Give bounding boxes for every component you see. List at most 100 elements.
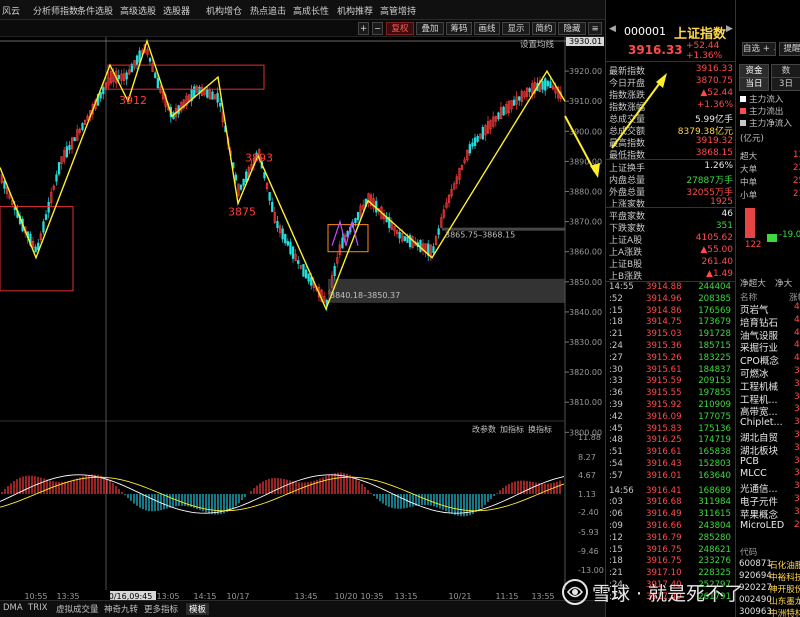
net-super-header[interactable]: 净超大	[740, 277, 766, 289]
net-large-header[interactable]: 净大	[775, 277, 792, 289]
quote-value: 46	[721, 209, 733, 219]
prev-arrow-icon[interactable]: ◀	[609, 24, 616, 34]
indicator-tab-4[interactable]: 更多指标	[144, 603, 178, 615]
quote-value: ▲52.44	[700, 88, 733, 98]
indicator-tab-2[interactable]: 虚拟成交量	[56, 603, 99, 615]
candle-body	[289, 241, 292, 255]
tick-time: :06	[609, 509, 623, 520]
more-menu-button[interactable]: ≡	[588, 22, 602, 35]
tick-row: :30 3915.61 184837	[606, 365, 736, 377]
tick-price: 3915.36	[646, 341, 682, 351]
flow-row-label: 大单	[740, 165, 758, 175]
indicator-tab-1[interactable]: TRIX	[28, 603, 47, 613]
concept-item[interactable]: PCB	[740, 456, 759, 467]
quote-row: 上证A股 4105.62	[606, 233, 736, 246]
menu-item-7[interactable]: 高成长性	[293, 4, 329, 17]
overlay-button[interactable]: 叠加	[416, 22, 444, 35]
candle-body	[541, 80, 544, 90]
legend-swatch	[740, 108, 746, 114]
menu-item-1[interactable]: 分析师指数	[33, 4, 78, 17]
stock-code[interactable]: 600871	[739, 559, 772, 569]
price-tick-label: 3860.00	[569, 248, 602, 257]
candle-body	[468, 144, 472, 154]
candle-body	[549, 81, 552, 89]
tick-price: 3916.61	[646, 447, 682, 458]
indicator-tab-5[interactable]: 模板	[186, 603, 210, 615]
tick-time: :54	[609, 459, 623, 469]
zoom-out-button[interactable]: −	[372, 22, 383, 35]
osc-tick-label: -9.46	[578, 547, 599, 556]
chips-button[interactable]: 筹码	[446, 22, 472, 35]
menu-item-2[interactable]: 条件选股	[77, 4, 113, 17]
stock-name[interactable]: 石化油服	[769, 559, 800, 571]
osc-tool-2[interactable]: 换指标	[528, 424, 552, 434]
tick-row: :45 3915.83 175136	[606, 424, 736, 436]
candle-body	[117, 75, 121, 80]
quote-row: 总成交额 8379.38亿元	[606, 124, 736, 137]
candle-body	[42, 221, 45, 233]
time-label: 10/16,09:45	[104, 592, 153, 600]
osc-tick-label: 11.88	[578, 433, 601, 442]
price-tick-label: 3900.00	[569, 127, 602, 136]
concept-change: 3.	[794, 494, 800, 504]
osc-tick-label: -2.40	[578, 508, 599, 517]
candle-body	[193, 86, 196, 98]
candle-body	[271, 202, 274, 212]
osc-tool-1[interactable]: 加指标	[500, 424, 524, 434]
candle-body	[518, 96, 521, 101]
hide-button[interactable]: 隐藏	[558, 22, 586, 35]
tick-price: 3916.75	[646, 556, 682, 567]
tick-price: 3916.25	[646, 435, 682, 446]
tick-time: :27	[609, 352, 623, 363]
top-menu-bar: 风云 分析师指数 条件选股 高级选股 选股器 机构增仓 热点追击 高成长性 机构推荐 高管增持	[0, 0, 605, 20]
time-label: 13:05	[156, 592, 179, 600]
tab-today[interactable]: 当日	[739, 77, 769, 91]
candle-body	[291, 246, 295, 259]
range-label-high: 3865.75–3868.15	[445, 231, 515, 240]
candle-body	[398, 232, 401, 239]
tick-price: 3916.01	[646, 470, 682, 481]
menu-item-5[interactable]: 机构增仓	[206, 4, 242, 17]
draw-line-button[interactable]: 画线	[474, 22, 500, 35]
quote-value: 3916.33	[695, 64, 733, 74]
display-button[interactable]: 显示	[502, 22, 530, 35]
tab-3day[interactable]: 3日	[771, 77, 800, 91]
menu-item-0[interactable]: 风云	[2, 4, 20, 17]
kline-chart-svg[interactable]: 设置均线 3930.013920.003910.003900.003890.00…	[0, 37, 605, 600]
candle-body	[544, 78, 547, 91]
menu-item-6[interactable]: 热点追击	[250, 4, 286, 17]
concept-item[interactable]: MLCC	[740, 468, 767, 479]
indicator-tab-0[interactable]: DMA	[3, 603, 23, 613]
indicator-tab-3[interactable]: 神奇九转	[104, 603, 138, 615]
simple-button[interactable]: 简约	[532, 22, 556, 35]
candle-body	[502, 106, 505, 116]
zoom-in-button[interactable]: +	[358, 22, 369, 35]
concept-change: 3.	[794, 430, 800, 440]
tick-price: 3915.92	[646, 400, 682, 410]
watchlist-add-button[interactable]: 自选 + ⌄	[742, 42, 776, 56]
candle-body	[512, 99, 516, 106]
menu-item-8[interactable]: 机构推荐	[337, 4, 373, 17]
concept-change: 3.	[794, 506, 800, 517]
kline-chart-area[interactable]: 设置均线 3930.01 3920.00 3910.00 3900.00 3890.00…	[0, 37, 605, 600]
tick-row: :42 3916.09 177075	[606, 412, 736, 424]
alert-button[interactable]: 提醒	[779, 42, 800, 56]
next-arrow-icon[interactable]: ▶	[726, 24, 733, 34]
concept-change: 3.	[794, 481, 800, 492]
menu-item-4[interactable]: 选股器	[163, 4, 190, 17]
concept-item[interactable]: MicroLED	[740, 520, 784, 531]
tab-funds[interactable]: 资金	[739, 64, 769, 78]
snowball-logo-icon	[562, 579, 588, 605]
concept-item[interactable]: Chiplet...	[740, 417, 783, 428]
adjust-price-button[interactable]: 复权	[386, 22, 414, 35]
flow-legend-label: 主力净流入	[749, 119, 792, 129]
osc-tool-0[interactable]: 改参数	[472, 424, 496, 434]
tab-count[interactable]: 数	[771, 64, 800, 78]
tick-volume: 183225	[698, 352, 731, 363]
stock-terminal-window: 风云 分析师指数 条件选股 高级选股 选股器 机构增仓 热点追击 高成长性 机构推荐 高管增持 +…	[0, 0, 800, 617]
candle-body	[55, 174, 58, 182]
menu-item-9[interactable]: 高管增持	[380, 4, 416, 17]
menu-item-3[interactable]: 高级选股	[120, 4, 156, 17]
tick-price: 3914.75	[646, 317, 682, 328]
candle-body	[156, 78, 160, 89]
